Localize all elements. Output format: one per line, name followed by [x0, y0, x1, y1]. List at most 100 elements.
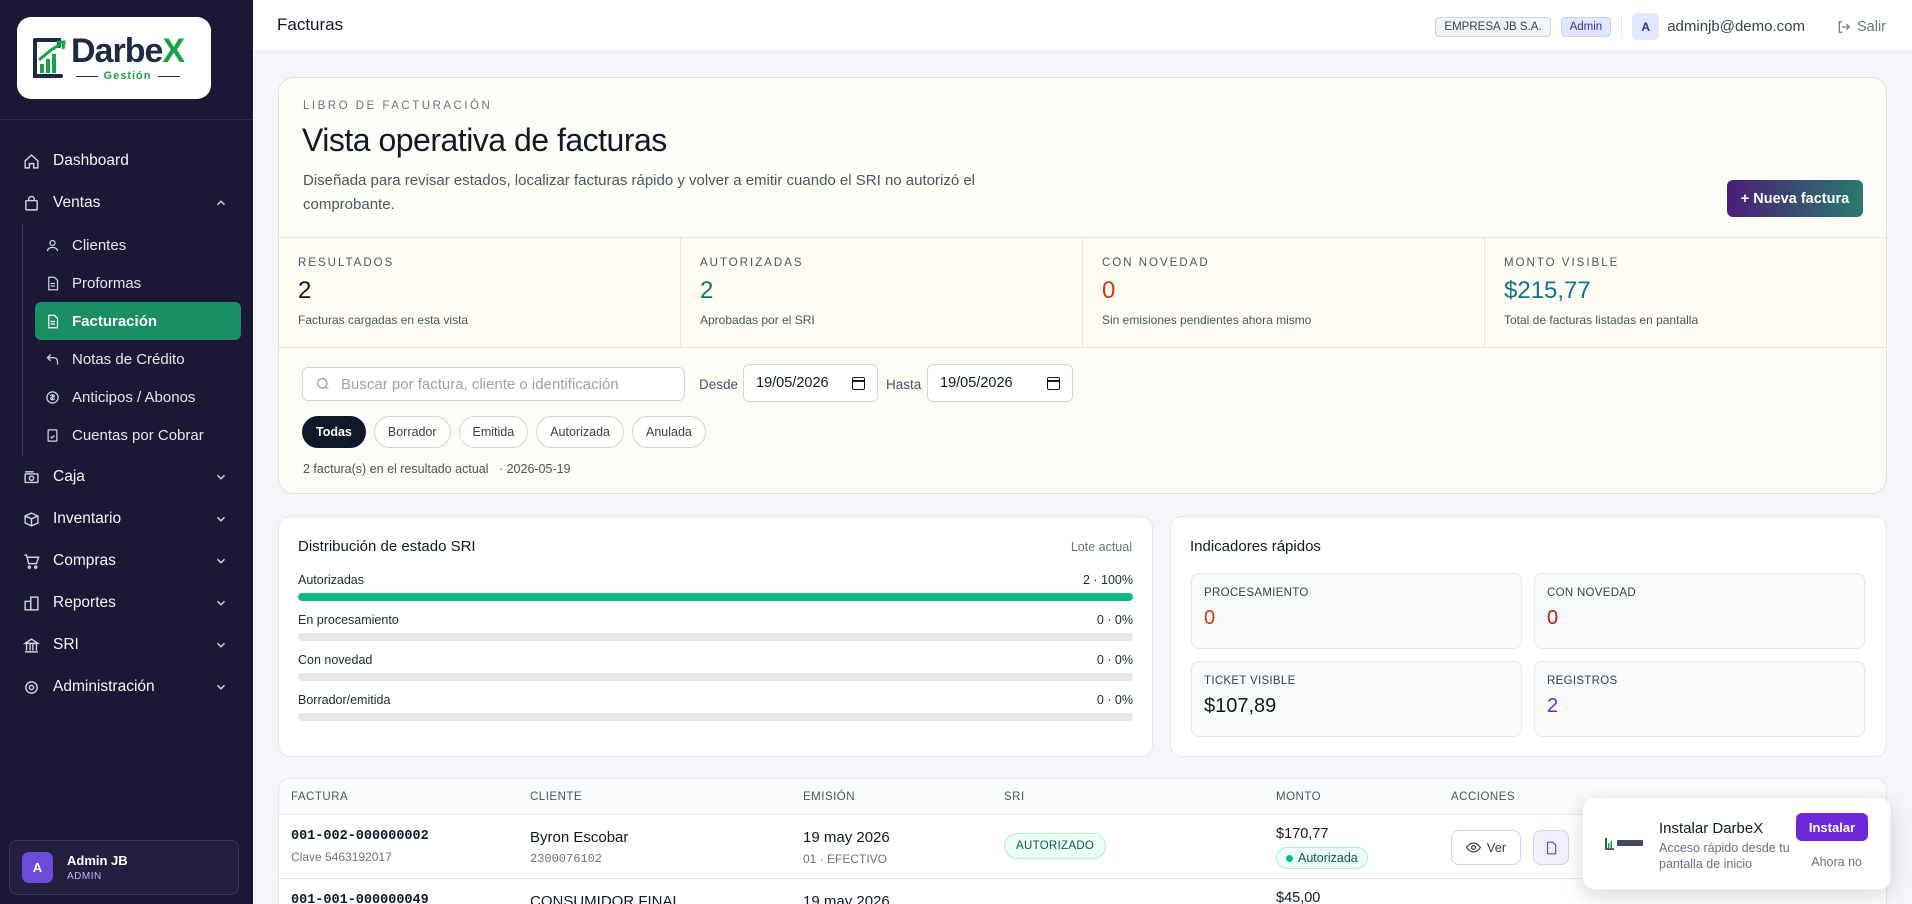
- chevron-down-icon: [216, 600, 226, 606]
- coin-icon: [45, 389, 61, 405]
- sidebar-item-proformas[interactable]: Proformas: [35, 264, 253, 302]
- invoice-amount: $45,00: [1276, 890, 1321, 904]
- sidebar-item-facturacion[interactable]: Facturación: [35, 302, 241, 340]
- invoice-number[interactable]: 001-001-000000049: [291, 893, 429, 904]
- emission-date: 19 may 2026: [803, 893, 890, 904]
- page-title: Facturas: [277, 15, 344, 34]
- to-label: Hasta: [886, 377, 922, 392]
- sidebar-item-caja[interactable]: Caja: [0, 456, 253, 498]
- eye-icon: [1465, 842, 1481, 853]
- invoice-number[interactable]: 001-002-000000002: [291, 829, 429, 844]
- document-icon: [45, 275, 61, 291]
- user-email: adminjb@demo.com: [1667, 18, 1805, 35]
- bag-icon: [22, 194, 40, 212]
- progress-row: En procesamiento 0 · 0%: [298, 613, 1133, 641]
- sidebar-item-sri[interactable]: SRI: [0, 624, 253, 666]
- sidebar-item-ventas[interactable]: Ventas: [0, 182, 253, 224]
- filter-todas[interactable]: Todas: [302, 416, 366, 448]
- filter-borrador[interactable]: Borrador: [373, 416, 451, 448]
- progress-row: Con novedad 0 · 0%: [298, 653, 1133, 681]
- stat-visible-amount: MONTO VISIBLE $215,77 Total de facturas …: [1485, 238, 1886, 347]
- dismiss-install-link[interactable]: Ahora no: [1811, 855, 1862, 869]
- sidebar: DarbeX Gestión Dashboard Ventas Clientes…: [0, 0, 253, 904]
- progress-row: Autorizadas 2 · 100%: [298, 573, 1133, 601]
- sidebar-item-cuentas-cobrar[interactable]: Cuentas por Cobrar: [35, 416, 253, 454]
- client-name: Byron Escobar: [530, 829, 629, 846]
- invoice-hero-card: LIBRO DE FACTURACIÓN Vista operativa de …: [278, 77, 1887, 494]
- quick-indicators-card: Indicadores rápidos PROCESAMIENTO 0 CON …: [1170, 516, 1887, 757]
- chevron-down-icon: [216, 516, 226, 522]
- chevron-down-icon: [216, 684, 226, 690]
- users-icon: [45, 237, 61, 253]
- building-icon: [22, 594, 40, 612]
- sidebar-item-dashboard[interactable]: Dashboard: [0, 140, 253, 182]
- date-from-input[interactable]: 19/05/2026: [743, 364, 878, 402]
- sri-status-badge: AUTORIZADO: [1004, 833, 1107, 859]
- undo-icon: [45, 351, 61, 367]
- card-meta: Lote actual: [1070, 540, 1132, 554]
- view-button[interactable]: Ver: [1451, 830, 1521, 865]
- install-app-prompt: Instalar DarbeX Acceso rápido desde tu p…: [1582, 797, 1891, 890]
- sidebar-item-administracion[interactable]: Administración: [0, 666, 253, 708]
- indicator-processing: PROCESAMIENTO 0: [1191, 573, 1522, 649]
- user-role: ADMIN: [67, 871, 102, 882]
- search-input[interactable]: Buscar por factura, cliente o identifica…: [302, 367, 685, 401]
- avatar: A: [22, 852, 53, 883]
- progress-track: [298, 593, 1133, 601]
- chevron-down-icon: [216, 558, 226, 564]
- ventas-submenu: Clientes Proformas Facturación Notas de …: [22, 224, 253, 456]
- new-invoice-button[interactable]: + Nueva factura: [1727, 180, 1863, 217]
- progress-fill: [298, 593, 1133, 601]
- box-icon: [22, 510, 40, 528]
- gear-icon: [22, 678, 40, 696]
- card-title: Distribución de estado SRI: [298, 538, 476, 555]
- stat-issues: CON NOVEDAD 0 Sin emisiones pendientes a…: [1083, 238, 1485, 347]
- receipt-icon: [45, 427, 61, 443]
- current-user-card[interactable]: A Admin JB ADMIN: [9, 840, 239, 895]
- calendar-icon: [852, 377, 865, 390]
- sidebar-item-notas-credito[interactable]: Notas de Crédito: [35, 340, 253, 378]
- invoice-key: Clave 5463192017: [291, 850, 392, 864]
- sidebar-item-reportes[interactable]: Reportes: [0, 582, 253, 624]
- role-badge: Admin: [1560, 16, 1612, 37]
- user-name: Admin JB: [67, 853, 128, 868]
- app-logo-icon: [1605, 834, 1643, 852]
- sidebar-item-clientes[interactable]: Clientes: [35, 226, 253, 264]
- indicator-ticket: TICKET VISIBLE $107,89: [1191, 661, 1522, 737]
- logout-icon: [1838, 20, 1851, 33]
- topbar: Facturas EMPRESA JB S.A. Admin A adminjb…: [253, 0, 1912, 52]
- progress-track: [298, 633, 1133, 641]
- hero-description: Diseñada para revisar estados, localizar…: [303, 172, 975, 213]
- calendar-icon: [1047, 377, 1060, 390]
- date-to-input[interactable]: 19/05/2026: [927, 364, 1073, 402]
- logo-chart-icon: [31, 34, 67, 82]
- chevron-down-icon: [216, 474, 226, 480]
- sidebar-item-anticipos[interactable]: Anticipos / Abonos: [35, 378, 253, 416]
- sri-distribution-card: Distribución de estado SRI Lote actual A…: [278, 516, 1153, 757]
- pdf-button[interactable]: [1533, 830, 1569, 865]
- logout-button[interactable]: Salir: [1837, 19, 1886, 35]
- chevron-down-icon: [216, 642, 226, 648]
- sidebar-item-inventario[interactable]: Inventario: [0, 498, 253, 540]
- progress-track: [298, 673, 1133, 681]
- result-summary: 2 factura(s) en el resultado actual · 20…: [303, 462, 571, 476]
- app-logo[interactable]: DarbeX Gestión: [17, 17, 211, 99]
- filter-anulada[interactable]: Anulada: [631, 416, 706, 448]
- cash-register-icon: [22, 468, 40, 486]
- sidebar-divider: [0, 119, 253, 120]
- install-title: Instalar DarbeX: [1659, 820, 1764, 837]
- filter-emitida[interactable]: Emitida: [458, 416, 529, 448]
- stat-value: 2: [700, 277, 714, 304]
- from-label: Desde: [699, 377, 739, 392]
- filter-autorizada[interactable]: Autorizada: [536, 416, 624, 448]
- invoice-icon: [45, 313, 61, 329]
- install-button[interactable]: Instalar: [1796, 813, 1868, 841]
- chevron-up-icon: [216, 200, 226, 206]
- payment-method: 01 · EFECTIVO: [803, 852, 888, 866]
- status-badge: Autorizada: [1276, 847, 1368, 869]
- stats-row: RESULTADOS 2 Facturas cargadas en esta v…: [279, 237, 1886, 348]
- client-id: 2300076102: [530, 852, 603, 866]
- filters-panel: Buscar por factura, cliente o identifica…: [279, 348, 1886, 493]
- cart-icon: [22, 552, 40, 570]
- sidebar-item-compras[interactable]: Compras: [0, 540, 253, 582]
